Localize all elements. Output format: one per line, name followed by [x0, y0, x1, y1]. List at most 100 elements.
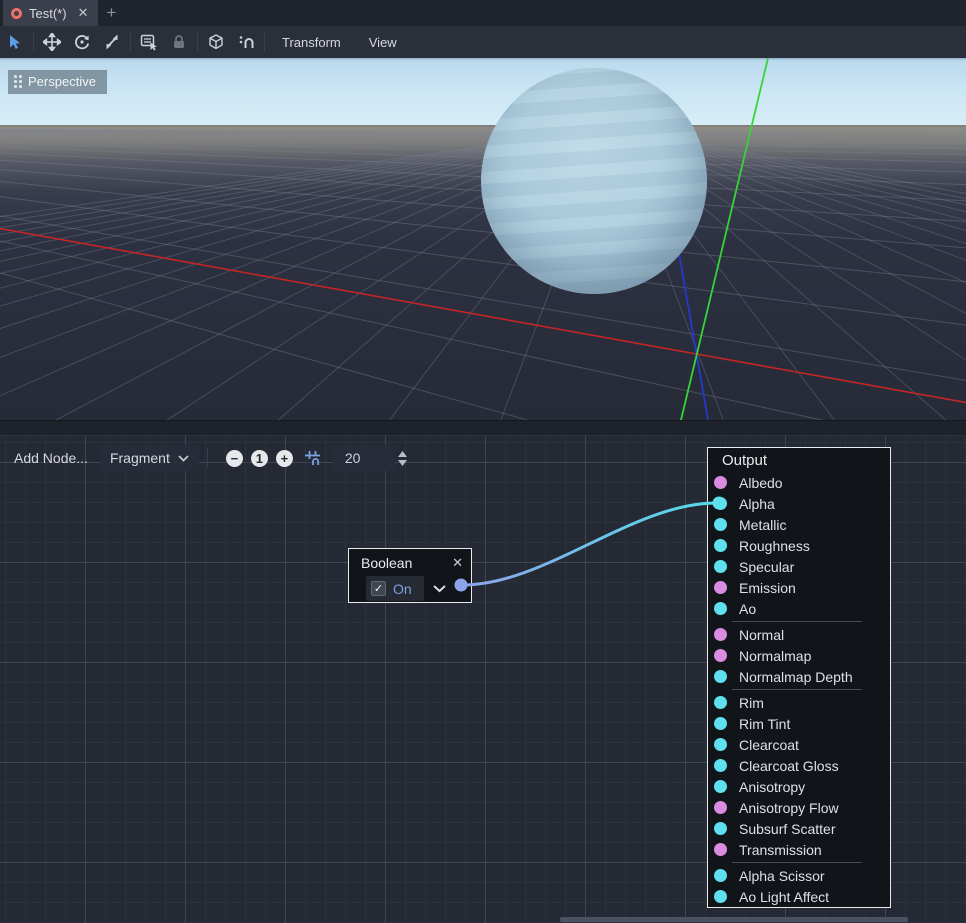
move-icon [43, 33, 61, 51]
port-label: Transmission [739, 842, 822, 858]
port-label: Albedo [739, 475, 783, 491]
node-close-icon[interactable]: ✕ [452, 555, 463, 571]
connection-wire[interactable] [463, 503, 716, 585]
port-label: Metallic [739, 517, 786, 533]
zoom-out-button[interactable]: − [226, 450, 243, 467]
port-row: Normal [708, 624, 890, 645]
list-select-button[interactable] [134, 29, 164, 55]
move-tool-button[interactable] [37, 29, 67, 55]
port-label: Anisotropy [739, 779, 805, 795]
port-label: Clearcoat [739, 737, 799, 753]
port-row: Normalmap [708, 645, 890, 666]
shader-stage-dropdown[interactable]: Fragment [100, 445, 199, 471]
list-select-icon [140, 33, 158, 51]
scale-tool-button[interactable] [97, 29, 127, 55]
scale-icon [103, 33, 121, 51]
shader-graph-canvas[interactable]: Add Node... Fragment − 1 + 20 [0, 436, 966, 923]
zoom-in-button[interactable]: + [276, 450, 293, 467]
port-row: Albedo [708, 472, 890, 493]
output-node[interactable]: Output AlbedoAlphaMetallicRoughnessSpecu… [707, 447, 891, 908]
port-row: Alpha [708, 493, 890, 514]
port-dot-icon[interactable] [714, 581, 727, 594]
transform-menu[interactable]: Transform [268, 35, 355, 50]
port-row: Rim Tint [708, 713, 890, 734]
port-dot-icon[interactable] [714, 696, 727, 709]
perspective-label: Perspective [28, 74, 96, 89]
boolean-checkbox[interactable]: ✓ [371, 581, 386, 596]
add-node-button[interactable]: Add Node... [8, 445, 94, 471]
toolbar-separator [197, 32, 198, 52]
port-dot-icon[interactable] [714, 890, 727, 903]
port-dot-icon[interactable] [714, 670, 727, 683]
port-dot-icon[interactable] [714, 649, 727, 662]
port-label: Clearcoat Gloss [739, 758, 839, 774]
port-label: Rim [739, 695, 764, 711]
spin-updown-button[interactable] [398, 451, 407, 466]
sphere-mesh [481, 68, 707, 294]
boolean-value-label: On [393, 581, 412, 597]
spin-up-icon [398, 451, 407, 457]
select-cursor-icon [7, 34, 23, 50]
snap-distance-input[interactable]: 20 [333, 445, 395, 471]
shader-stage-value: Fragment [110, 450, 170, 466]
snap-toggle-button[interactable] [231, 29, 261, 55]
port-dot-icon[interactable] [714, 560, 727, 573]
port-label: Ao [739, 601, 756, 617]
snap-grid-icon [304, 450, 321, 467]
group-button[interactable] [201, 29, 231, 55]
port-label: Alpha [739, 496, 775, 512]
horizontal-scrollbar-thumb[interactable] [560, 917, 908, 922]
port-row: Rim [708, 692, 890, 713]
lock-button[interactable] [164, 29, 194, 55]
port-dot-icon[interactable] [714, 869, 727, 882]
scene-tab[interactable]: Test(*) ✕ [3, 0, 98, 26]
new-tab-button[interactable]: + [98, 0, 124, 26]
port-row: Anisotropy Flow [708, 797, 890, 818]
panel-splitter[interactable] [0, 420, 966, 436]
port-dot-icon[interactable] [714, 822, 727, 835]
port-dot-icon[interactable] [714, 476, 727, 489]
port-label: Specular [739, 559, 794, 575]
rotate-tool-button[interactable] [67, 29, 97, 55]
boolean-node-title: Boolean [361, 555, 452, 571]
port-dot-icon[interactable] [714, 738, 727, 751]
cube-icon [207, 33, 225, 51]
port-label: Normal [739, 627, 784, 643]
spatial-toolbar: Transform View [0, 26, 966, 59]
perspective-menu[interactable]: Perspective [8, 70, 107, 94]
port-dot-icon[interactable] [714, 780, 727, 793]
port-label: Emission [739, 580, 796, 596]
port-dot-icon[interactable] [714, 717, 727, 730]
port-label: Rim Tint [739, 716, 790, 732]
chevron-down-icon[interactable] [432, 584, 447, 593]
port-dot-icon[interactable] [714, 539, 727, 552]
port-row: Normalmap Depth [708, 666, 890, 687]
viewport-3d[interactable]: Perspective [0, 58, 966, 420]
snap-grid-toggle[interactable] [304, 450, 321, 467]
toolbar-separator [207, 448, 208, 468]
port-row: Ao [708, 598, 890, 619]
port-label: Anisotropy Flow [739, 800, 839, 816]
port-dot-icon[interactable] [714, 518, 727, 531]
boolean-node[interactable]: Boolean ✕ ✓ On [348, 548, 472, 603]
port-label: Ao Light Affect [739, 889, 829, 905]
toolbar-separator [33, 32, 34, 52]
port-dot-icon[interactable] [714, 497, 727, 510]
port-dot-icon[interactable] [714, 759, 727, 772]
boolean-node-titlebar[interactable]: Boolean ✕ [349, 549, 471, 575]
port-label: Subsurf Scatter [739, 821, 836, 837]
scene-icon [11, 8, 22, 19]
godot-editor-window: Test(*) ✕ + [0, 0, 966, 923]
port-dot-icon[interactable] [714, 843, 727, 856]
port-dot-icon[interactable] [714, 628, 727, 641]
tab-close-icon[interactable]: ✕ [78, 5, 89, 21]
scene-tab-bar: Test(*) ✕ + [0, 0, 966, 26]
port-row: Anisotropy [708, 776, 890, 797]
zoom-reset-button[interactable]: 1 [251, 450, 268, 467]
port-dot-icon[interactable] [714, 602, 727, 615]
port-dot-icon[interactable] [714, 801, 727, 814]
toolbar-separator [264, 32, 265, 52]
select-tool-button[interactable] [0, 29, 30, 55]
view-menu[interactable]: View [355, 35, 411, 50]
magnet-snap-icon [237, 33, 255, 51]
